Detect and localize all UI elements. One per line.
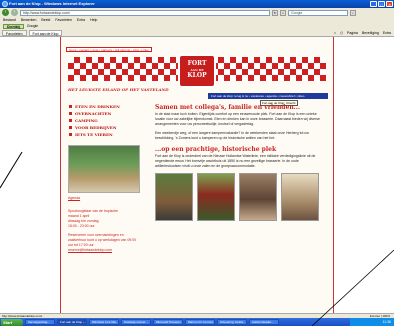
annotation-overlay: [0, 151, 394, 326]
annotation-line-right: [311, 249, 394, 326]
annotation-line-left: [0, 151, 23, 189]
